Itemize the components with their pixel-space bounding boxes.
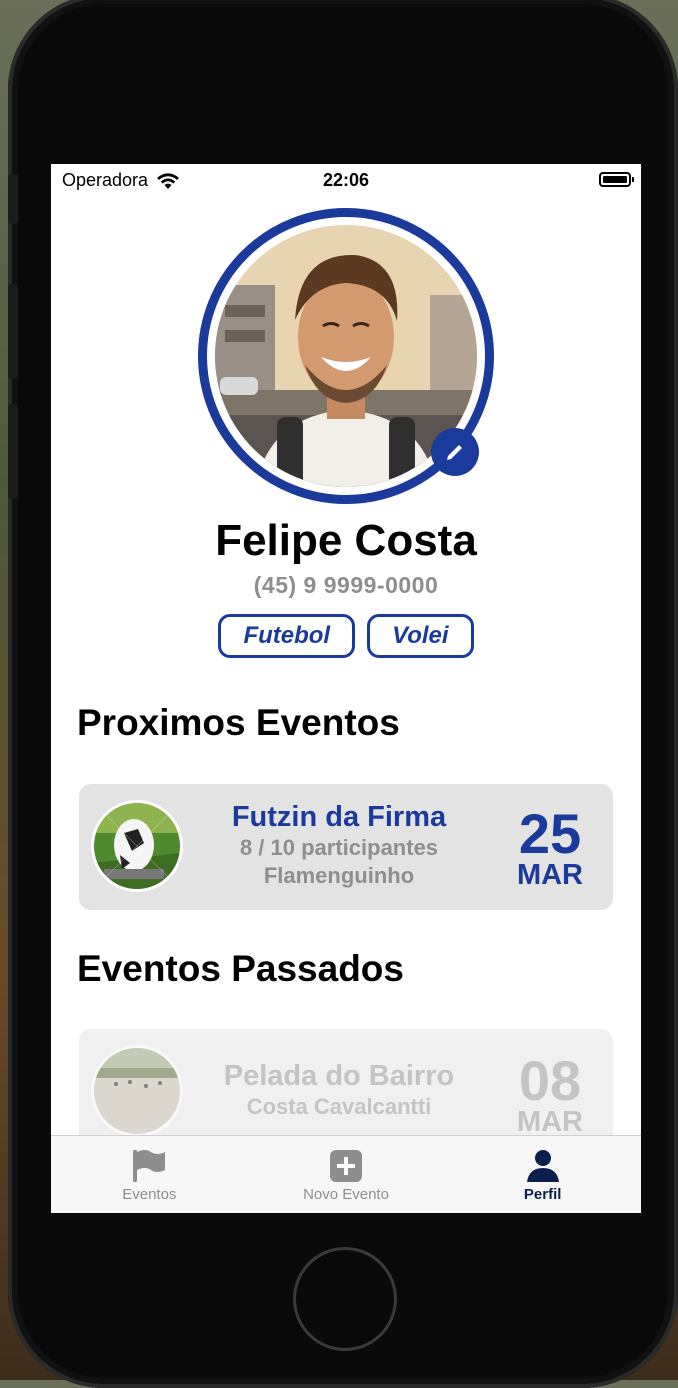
event-date: 25 MAR: [516, 802, 583, 891]
sport-tags: Futebol Volei: [51, 614, 641, 658]
event-month: MAR: [516, 859, 583, 891]
past-event-thumbnail: [91, 1045, 183, 1137]
past-event-month: MAR: [516, 1106, 583, 1138]
battery-icon: [599, 172, 634, 187]
event-title: Futzin da Firma: [231, 801, 447, 833]
event-location: Flamenguinho: [263, 863, 415, 888]
plus-square-icon: [330, 1150, 362, 1182]
past-event-day: 08: [518, 1049, 582, 1112]
tab-perfil-label: Perfil: [523, 1186, 562, 1203]
tag-futebol[interactable]: Futebol: [218, 614, 356, 658]
app-screen: Operadora 22:06 Felipe Costa (45) 9 9999…: [51, 164, 641, 1213]
tab-eventos-label: Eventos: [122, 1186, 177, 1203]
event-card[interactable]: Futzin da Firma 8 / 10 participantes Fla…: [79, 784, 613, 910]
status-bar: Operadora 22:06: [51, 164, 641, 198]
tab-eventos[interactable]: Eventos: [51, 1136, 248, 1213]
event-participants: 8 / 10 participantes: [239, 835, 439, 860]
pencil-icon: [447, 445, 462, 460]
past-event-info: Pelada do Bairro Costa Cavalcantti: [199, 1059, 479, 1121]
event-thumbnail: [91, 800, 183, 892]
edit-avatar-button[interactable]: [431, 428, 479, 476]
mute-switch: [8, 174, 18, 224]
tab-perfil[interactable]: Perfil: [444, 1136, 641, 1213]
profile-phone: (45) 9 9999-0000: [253, 572, 439, 598]
person-icon: [526, 1150, 559, 1182]
flag-icon: [133, 1150, 166, 1182]
volume-down-button: [8, 404, 18, 499]
past-event-location: Costa Cavalcantti: [246, 1094, 432, 1119]
past-event-date: 08 MAR: [516, 1049, 583, 1138]
event-info: Futzin da Firma 8 / 10 participantes Fla…: [199, 800, 479, 890]
tab-novo-evento[interactable]: Novo Evento: [248, 1136, 445, 1213]
status-time: 22:06: [322, 170, 370, 190]
past-event-title: Pelada do Bairro: [223, 1060, 455, 1092]
home-button[interactable]: [293, 1247, 397, 1351]
upcoming-events-title: Proximos Eventos: [77, 702, 400, 743]
tag-volei[interactable]: Volei: [367, 614, 474, 658]
tab-bar: Eventos Novo Evento Perfil: [51, 1135, 641, 1213]
profile-name: Felipe Costa: [215, 516, 477, 565]
event-day: 25: [518, 802, 582, 865]
volume-up-button: [8, 284, 18, 379]
past-events-title: Eventos Passados: [77, 948, 404, 989]
tab-novo-evento-label: Novo Evento: [303, 1186, 389, 1203]
